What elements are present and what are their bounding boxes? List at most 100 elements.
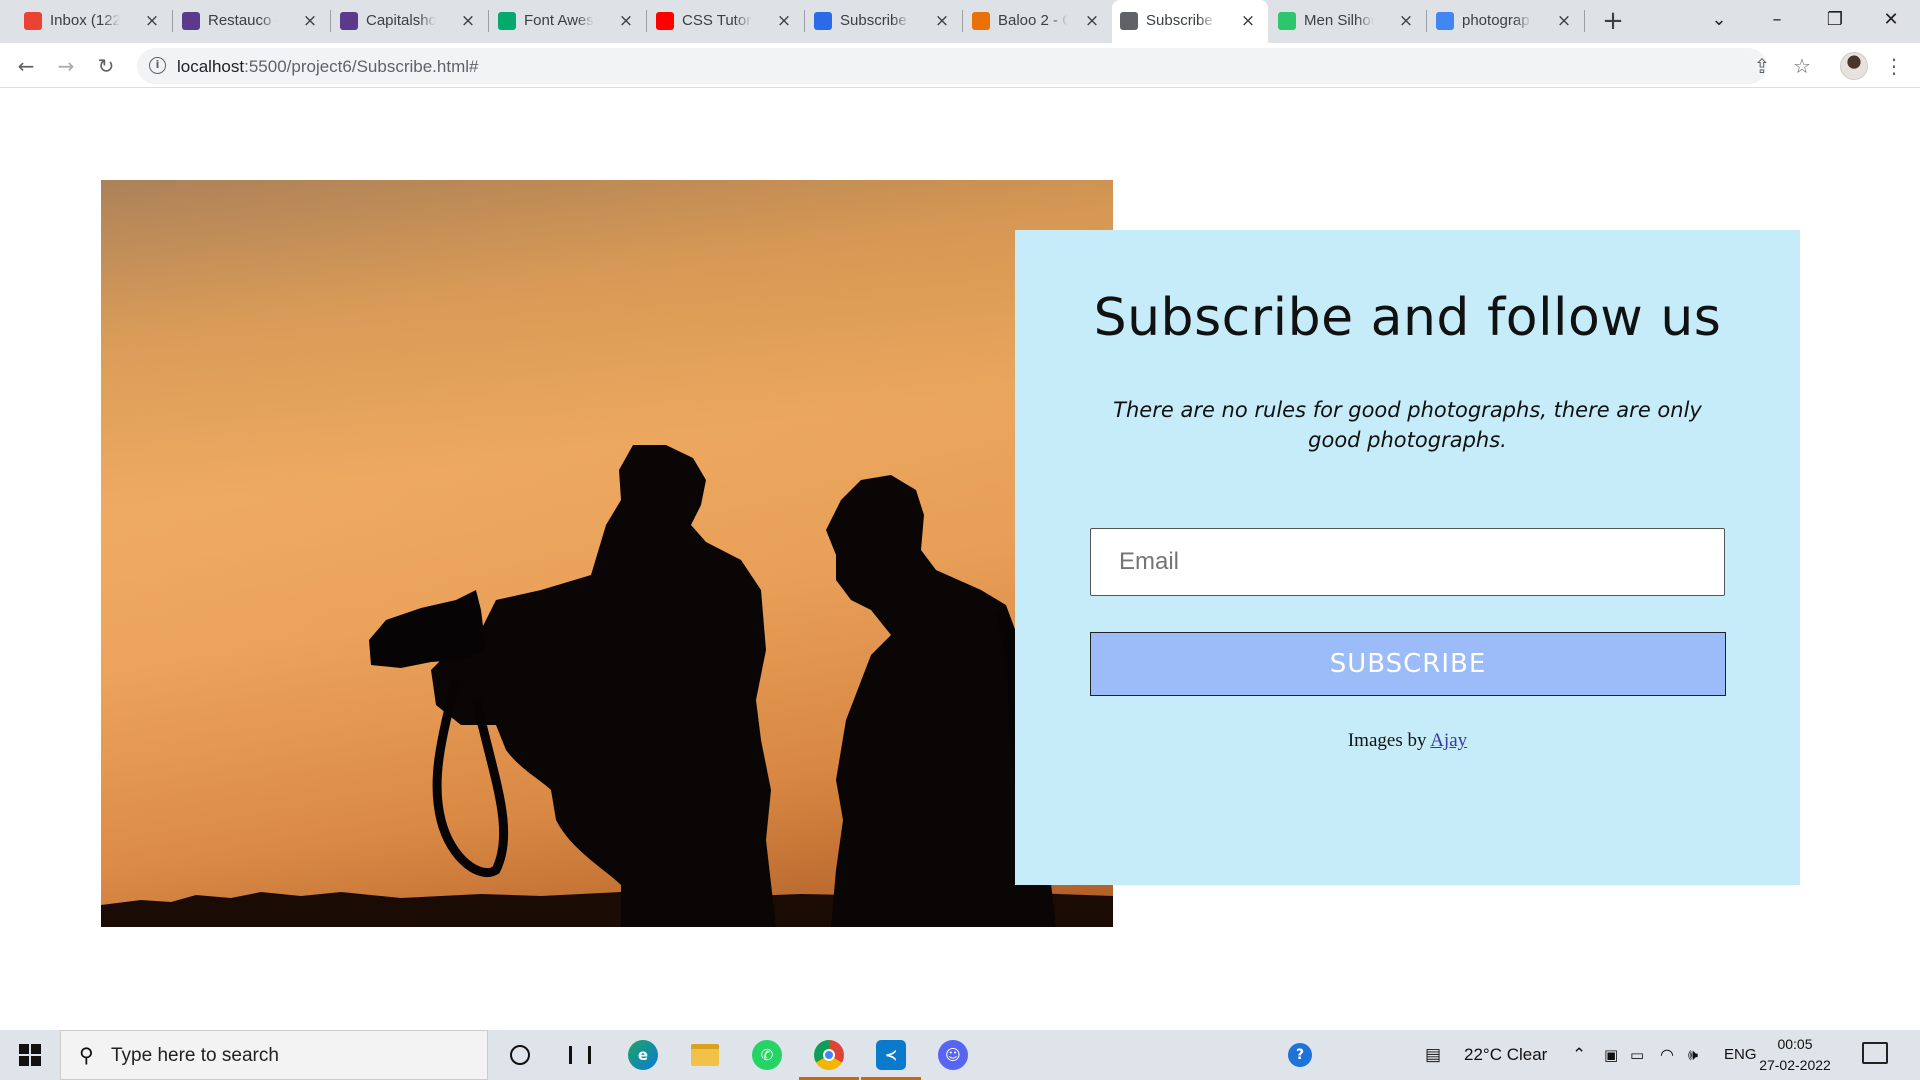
tab-separator <box>488 10 489 32</box>
tab-title: CSS Tutoria <box>682 12 752 29</box>
tab-title: Men Silhou <box>1304 12 1374 29</box>
tab-separator <box>172 10 173 32</box>
tab-title: Subscribe t <box>840 12 910 29</box>
browser-tab[interactable]: Restauco - × <box>174 0 331 43</box>
tab-title: Font Aweso <box>524 12 594 29</box>
battery-icon[interactable]: ▭ <box>1630 1030 1644 1080</box>
credit-link-ajay[interactable]: Ajay <box>1430 730 1467 751</box>
reload-icon[interactable]: ↻ <box>90 50 122 82</box>
tab-separator <box>1584 10 1585 32</box>
browser-tab[interactable]: Subscribe t × <box>806 0 963 43</box>
photographers-silhouette-image <box>101 180 1113 927</box>
url-path: :5500/project6/Subscribe.html# <box>244 57 479 76</box>
tab-separator <box>804 10 805 32</box>
silhouette-photo <box>101 180 1113 927</box>
subscribe-card: Subscribe and follow us There are no rul… <box>1015 230 1800 885</box>
back-icon[interactable]: ← <box>10 50 42 82</box>
close-tab-icon[interactable]: × <box>1238 11 1258 31</box>
meet-now-icon[interactable]: ▣ <box>1604 1030 1618 1080</box>
close-tab-icon[interactable]: × <box>458 11 478 31</box>
page-title: Subscribe and follow us <box>1093 288 1722 348</box>
google-icon <box>1436 12 1454 30</box>
browser-tab-strip: Inbox (122)×Restauco - ×Capitalshop×Font… <box>0 0 1920 43</box>
browser-tab[interactable]: Subscribe t × <box>1112 0 1268 43</box>
close-window-button[interactable]: ✕ <box>1862 0 1920 40</box>
close-tab-icon[interactable]: × <box>300 11 320 31</box>
subscribe-button[interactable]: SUBSCRIBE <box>1090 632 1726 696</box>
browser-tab[interactable]: Inbox (122) × <box>16 0 173 43</box>
cortana-icon[interactable] <box>490 1030 550 1080</box>
browser-tab[interactable]: Font Aweso × <box>490 0 647 43</box>
browser-tab[interactable]: Baloo 2 - G × <box>964 0 1112 43</box>
close-tab-icon[interactable]: × <box>142 11 162 31</box>
tab-title: photograp <box>1462 12 1530 29</box>
browser-tab[interactable]: CSS Tutoria × <box>648 0 805 43</box>
weather-icon[interactable]: ▤ <box>1425 1030 1441 1080</box>
gmail-icon <box>24 12 42 30</box>
bookmark-star-icon[interactable]: ☆ <box>1786 50 1818 82</box>
tab-separator <box>330 10 331 32</box>
tab-title: Baloo 2 - G <box>998 12 1068 29</box>
tab-separator <box>1426 10 1427 32</box>
tab-title: Inbox (122) <box>50 12 120 29</box>
page-viewport: Subscribe and follow us There are no rul… <box>0 89 1920 1030</box>
close-tab-icon[interactable]: × <box>1554 11 1574 31</box>
taskbar-search-placeholder: Type here to search <box>111 1045 279 1066</box>
google-fonts-icon <box>972 12 990 30</box>
globe-icon <box>1120 12 1138 30</box>
photography-quote: There are no rules for good photographs,… <box>1113 398 1702 452</box>
close-tab-icon[interactable]: × <box>1396 11 1416 31</box>
close-tab-icon[interactable]: × <box>774 11 794 31</box>
address-bar[interactable]: i localhost:5500/project6/Subscribe.html… <box>137 48 1767 84</box>
system-clock[interactable]: 00:05 27-02-2022 <box>1755 1034 1835 1076</box>
close-tab-icon[interactable]: × <box>1082 11 1102 31</box>
wifi-icon[interactable]: ◠ <box>1660 1030 1674 1080</box>
email-field[interactable] <box>1090 528 1725 596</box>
forward-icon[interactable]: → <box>50 50 82 82</box>
tab-separator <box>646 10 647 32</box>
share-icon[interactable]: ⇪ <box>1746 50 1778 82</box>
help-tray-icon[interactable]: ? <box>1270 1030 1330 1080</box>
windows-start-icon[interactable] <box>0 1030 60 1080</box>
notifications-icon[interactable] <box>1862 1042 1888 1064</box>
browser-tab[interactable]: Men Silhou × <box>1270 0 1427 43</box>
browser-tab[interactable]: Capitalshop × <box>332 0 489 43</box>
windows-taskbar: ⚲ Type here to search e ✆ ≺ ☺ ? ▤ 22°C C… <box>0 1030 1920 1080</box>
notion-icon <box>814 12 832 30</box>
chrome-icon[interactable] <box>799 1030 859 1080</box>
whatsapp-icon[interactable]: ✆ <box>737 1030 797 1080</box>
youtube-icon <box>656 12 674 30</box>
image-credit: Images by Ajay <box>1015 730 1800 752</box>
clock-date: 27-02-2022 <box>1759 1057 1831 1073</box>
language-indicator[interactable]: ENG <box>1724 1030 1757 1080</box>
url-text[interactable]: localhost:5500/project6/Subscribe.html# <box>177 57 478 77</box>
minimize-button[interactable]: – <box>1748 0 1806 40</box>
menu-kebab-icon[interactable]: ⋮ <box>1878 50 1910 82</box>
colorlib-icon <box>182 12 200 30</box>
new-tab-button[interactable]: + <box>1598 6 1628 36</box>
close-tab-icon[interactable]: × <box>932 11 952 31</box>
taskbar-search-box[interactable]: ⚲ Type here to search <box>60 1030 488 1080</box>
volume-icon[interactable]: 🕪 <box>1688 1030 1698 1080</box>
show-hidden-icons-chevron-icon[interactable]: ⌃ <box>1572 1030 1586 1080</box>
restore-button[interactable]: ❐ <box>1806 0 1864 40</box>
task-view-icon[interactable] <box>550 1030 610 1080</box>
tab-separator <box>962 10 963 32</box>
edge-browser-icon[interactable]: e <box>613 1030 673 1080</box>
tab-search-button[interactable]: ⌄ <box>1690 0 1748 40</box>
tab-title: Subscribe t <box>1146 12 1216 29</box>
close-tab-icon[interactable]: × <box>616 11 636 31</box>
credit-prefix: Images by <box>1347 730 1431 751</box>
site-info-icon[interactable]: i <box>149 57 166 74</box>
w3schools-icon <box>498 12 516 30</box>
discord-icon[interactable]: ☺ <box>923 1030 983 1080</box>
weather-text[interactable]: 22°C Clear <box>1464 1030 1547 1080</box>
tab-title: Restauco - <box>208 12 278 29</box>
clock-time: 00:05 <box>1777 1036 1813 1052</box>
url-host: localhost <box>177 57 245 76</box>
tab-title: Capitalshop <box>366 12 436 29</box>
profile-avatar[interactable] <box>1840 52 1868 80</box>
browser-tab[interactable]: photograp × <box>1428 0 1585 43</box>
vscode-icon[interactable]: ≺ <box>861 1030 921 1080</box>
file-explorer-icon[interactable] <box>675 1030 735 1080</box>
